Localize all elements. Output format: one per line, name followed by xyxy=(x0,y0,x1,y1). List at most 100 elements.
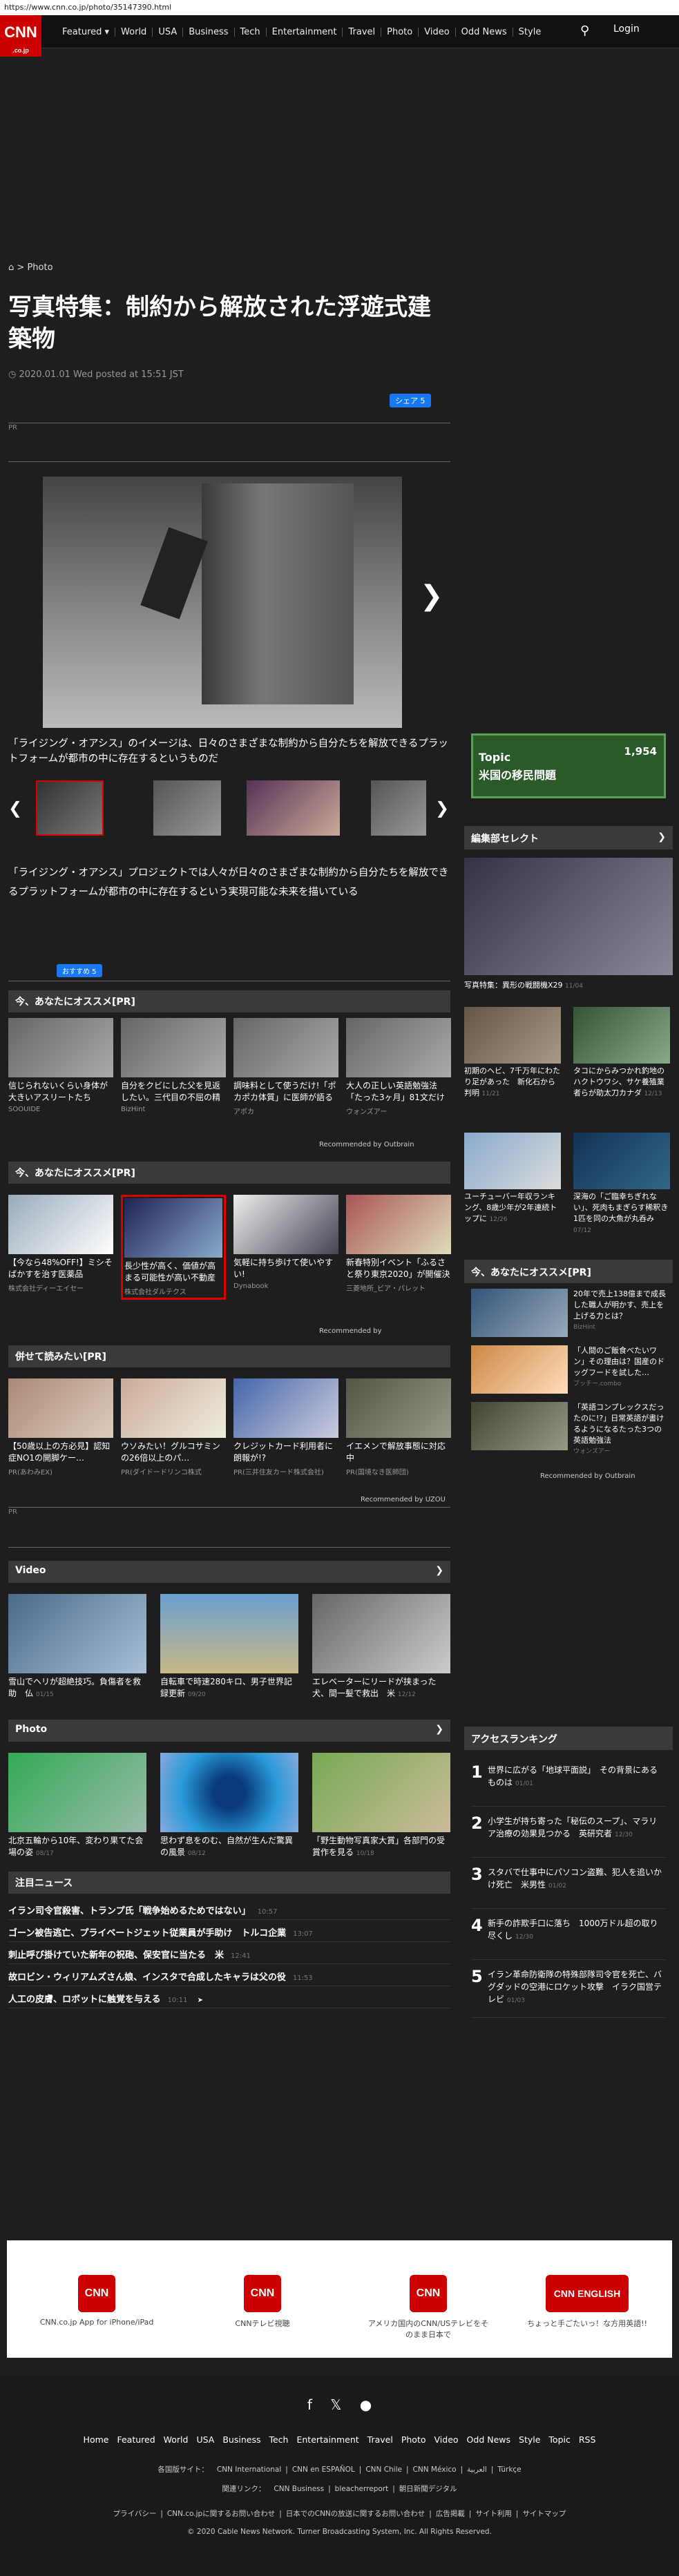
intl-link[interactable]: CNN México xyxy=(413,2466,457,2474)
facebook-recommend-button[interactable]: おすすめ 5 xyxy=(57,964,102,977)
editors-pick-header[interactable]: 編集部セレクト ❯ xyxy=(464,826,673,849)
nav-entertainment[interactable]: Entertainment xyxy=(267,27,343,37)
footer-link[interactable]: Odd News xyxy=(467,2434,510,2445)
thumbnail-4[interactable] xyxy=(371,780,426,836)
app-english[interactable]: CNN ENGLISH ちょっと手ごたいっ！な方用英語!! xyxy=(525,2275,649,2329)
intl-link[interactable]: العربية xyxy=(467,2466,487,2474)
related-link[interactable]: 朝日新聞デジタル xyxy=(399,2485,457,2493)
footer-link[interactable]: Topic xyxy=(548,2434,570,2445)
editors-pick-item[interactable]: 深海の「ご臨幸ちぎれない」、死肉もまぎらす稀釈き 1匹を同の大魚が丸呑み 07/… xyxy=(573,1133,676,1236)
login-link[interactable]: Login xyxy=(613,23,640,35)
news-item[interactable]: ゴーン被告逃亡、プライベートジェット従業員が手助け トルコ企業 13:07 xyxy=(8,1921,450,1942)
photo-header[interactable]: Photo ❯ xyxy=(8,1720,450,1742)
news-item[interactable]: 刺止呼び掛けていた新年の祝砲、保安官に当たる 米 12:41 xyxy=(8,1943,450,1964)
ranking-item[interactable]: 5 イラン革命防衛隊の特殊部隊司令官を死亡、バグダッドの空港にロケット攻撃 イラク… xyxy=(471,1963,666,2018)
nav-photo[interactable]: Photo xyxy=(381,27,419,37)
intl-link[interactable]: CNN International xyxy=(217,2466,281,2474)
legal-link[interactable]: 日本でのCNNの放送に関するお問い合わせ xyxy=(286,2510,425,2518)
legal-link[interactable]: サイトマップ xyxy=(522,2510,566,2518)
ranking-item[interactable]: 4 新手の詐欺手口に落ち 1000万ドル超の取り尽くし 12/30 xyxy=(471,1912,666,1960)
video-header[interactable]: Video ❯ xyxy=(8,1561,450,1583)
nav-style[interactable]: Style xyxy=(513,28,547,37)
ranking-item[interactable]: 1 世界に広がる「地球平面説」 その背景にあるものは 01/01 xyxy=(471,1758,666,1807)
legal-link[interactable]: 広告掲載 xyxy=(436,2510,465,2518)
video-item[interactable]: 自転車で時速280キロ、男子世界記録更新 09/20 xyxy=(160,1594,298,1701)
nav-tech[interactable]: Tech xyxy=(235,27,267,37)
sidebar-outbrain-credit[interactable]: Recommended by Outbrain xyxy=(540,1472,635,1480)
nav-oddnews[interactable]: Odd News xyxy=(456,27,513,37)
recommend-card[interactable]: 自分をクビにした父を見返したい。三代目の不屈の精神から生まれた「…BizHint xyxy=(121,1018,226,1113)
recommend-card[interactable]: 大人の正しい英語勉強法「たった3ヶ月」81文だけ聞こし続けてみた結果ウォンズアー xyxy=(346,1018,451,1116)
thumbnail-3[interactable] xyxy=(247,780,340,836)
news-item[interactable]: 人工の皮膚、ロボットに触覚を与える 10:11 ➤ xyxy=(8,1988,450,2008)
intl-link[interactable]: CNN Chile xyxy=(365,2466,402,2474)
chevron-right-icon[interactable]: ❯ xyxy=(435,1724,443,1735)
uzou-credit[interactable]: Recommended by UZOU xyxy=(361,1496,446,1503)
related-link[interactable]: bleacherreport xyxy=(335,2485,389,2493)
recommend-card-highlighted[interactable]: 長少性が高く、価値が高まる可能性が高い不動産とは?株式会社ダルテクス xyxy=(121,1195,226,1300)
also-read-card[interactable]: ウソみたい！グルコサミンの26倍以上のパ… PR(ダイドードリンコ株式 xyxy=(121,1378,226,1477)
more-icon[interactable]: ➤ xyxy=(198,1997,203,2004)
intl-link[interactable]: Türkçe xyxy=(497,2466,521,2474)
video-item[interactable]: 雪山でヘリが超絶技巧。負傷者を救助 仏 01/15 xyxy=(8,1594,146,1701)
url-bar[interactable]: https://www.cnn.co.jp/photo/35147390.htm… xyxy=(0,0,679,15)
search-icon[interactable]: ⚲ xyxy=(580,23,595,39)
editors-pick-item[interactable]: タコにからみつかれ釣地のハクトウワシ、サケ養殖業者らが助太刀カナダ 12/13 xyxy=(573,1007,670,1099)
editors-pick-item[interactable]: ユーチューバー年収ランキング、8歳少年が2年連続トップに 12/26 xyxy=(464,1133,561,1225)
nav-world[interactable]: World xyxy=(115,27,153,37)
ranking-item[interactable]: 3 スタバで仕事中にパソコン盗難、犯人を追いかけ死亡 米男性 01/02 xyxy=(471,1861,666,1909)
news-item[interactable]: イラン司令官殺害、トランプ氏「戦争始めるためではない」 10:57 xyxy=(8,1899,450,1920)
footer-link[interactable]: USA xyxy=(196,2434,214,2445)
photo-item[interactable]: 北京五輪から10年、変わり果てた会場の姿 08/17 xyxy=(8,1753,146,1860)
editors-pick-item[interactable]: 初期のヘビ、7千万年にわたり足があった 新化石から判明 11/21 xyxy=(464,1007,561,1099)
recommend-card[interactable]: 【今なら48%OFF!】ミシそばかすを治す医薬品 株式会社ディーエイセー xyxy=(8,1195,113,1293)
also-read-card[interactable]: クレジットカード利用者に朗報が!? PR(三井住友カード株式会社) xyxy=(233,1378,338,1477)
legal-link[interactable]: CNN.co.jpに関するお問い合わせ xyxy=(167,2510,275,2518)
recommend-card[interactable]: 気軽に持ち歩けて使いやすい! Dynabook xyxy=(233,1195,338,1290)
thumbnail-2[interactable] xyxy=(153,780,221,836)
footer-link[interactable]: Tech xyxy=(269,2434,288,2445)
facebook-share-button[interactable]: シェア 5 xyxy=(390,394,431,407)
editors-pick-image[interactable] xyxy=(464,858,673,975)
app-us[interactable]: CNN アメリカ国内のCNN/USテレビをそのまま日本で xyxy=(366,2275,490,2340)
nav-featured[interactable]: Featured ▾ xyxy=(57,27,116,37)
footer-link[interactable]: Home xyxy=(84,2434,109,2445)
slide-next-icon[interactable]: ❯ xyxy=(420,580,443,612)
footer-link[interactable]: Featured xyxy=(117,2434,155,2445)
breadcrumb-photo[interactable]: Photo xyxy=(27,262,52,273)
recommend-credit-2[interactable]: Recommended by xyxy=(319,1327,382,1335)
footer-link[interactable]: Video xyxy=(434,2434,459,2445)
also-read-card[interactable]: 【50歳以上の方必見】認知症NO1の開脚ケー… PR(あわみEX) xyxy=(8,1378,113,1477)
legal-link[interactable]: サイト利用 xyxy=(475,2510,512,2518)
recommend-card[interactable]: 新春特別イベント「ふるさと祭り東京2020」が開催決定!三菱地所_ビア・パレット xyxy=(346,1195,451,1293)
news-item[interactable]: 故ロビン・ウィリアムズさん娘、インスタで合成したキャラは父の役 11:53 xyxy=(8,1965,450,1986)
legal-link[interactable]: プライバシー xyxy=(113,2510,157,2518)
sidebar-recommend-row[interactable]: 「人間のご飯食べたいワン」その理由は？国産のドッグフードを試した… ブッチー.co… xyxy=(471,1345,666,1394)
home-icon[interactable]: ⌂ xyxy=(8,262,14,273)
thumbnail-1[interactable] xyxy=(36,780,104,836)
chevron-right-icon[interactable]: ❯ xyxy=(435,1565,443,1576)
nav-video[interactable]: Video xyxy=(419,27,456,37)
related-link[interactable]: CNN Business xyxy=(274,2485,324,2493)
editors-pick-caption[interactable]: 写真特集：異形の戦闘機X29 11/04 xyxy=(464,979,583,990)
intl-link[interactable]: CNN en ESPAÑOL xyxy=(292,2466,355,2474)
photo-item[interactable]: 思わず息をのむ、自然が生んだ驚異の風景 08/12 xyxy=(160,1753,298,1860)
footer-link[interactable]: Business xyxy=(222,2434,260,2445)
nav-business[interactable]: Business xyxy=(183,27,235,37)
sidebar-recommend-row[interactable]: 「英語コンプレックスだったのに!?」日常英語が書けるようになるたった3つの英語勉… xyxy=(471,1402,666,1455)
topic-banner[interactable]: Topic 米国の移民問題 1,954 xyxy=(471,733,666,798)
thumb-prev-icon[interactable]: ❮ xyxy=(8,798,22,818)
app-tv[interactable]: CNN CNNテレビ視聴 xyxy=(200,2275,325,2329)
sidebar-recommend-row[interactable]: 20年で売上138億まで成長した職人が明かす、売上を上げる力とは？ BizHint xyxy=(471,1289,666,1337)
rss-icon[interactable]: ● xyxy=(360,2396,372,2413)
recommend-card[interactable]: 調味料として使うだけ!「ポカポカ体質」に医師が語る裏ワザ温活法アポカ xyxy=(233,1018,338,1116)
nav-usa[interactable]: USA xyxy=(153,27,184,37)
chevron-right-icon[interactable]: ❯ xyxy=(658,832,666,843)
recommend-card[interactable]: 信じられないくらい身体が大きいアスリートたち SOOUIDE xyxy=(8,1018,113,1113)
app-iphone[interactable]: CNN CNN.co.jp App for iPhone/iPad xyxy=(35,2275,159,2327)
thumb-next-icon[interactable]: ❯ xyxy=(435,798,449,818)
photo-item[interactable]: 「野生動物写真家大賞」各部門の受賞作を見る 10/18 xyxy=(312,1753,450,1860)
twitter-icon[interactable]: 𝕏 xyxy=(330,2396,341,2413)
cnn-logo[interactable]: CNN .co.jp xyxy=(0,15,41,57)
also-read-card[interactable]: イエメンで解放事態に対応中 PR(国境なき医師団) xyxy=(346,1378,451,1477)
